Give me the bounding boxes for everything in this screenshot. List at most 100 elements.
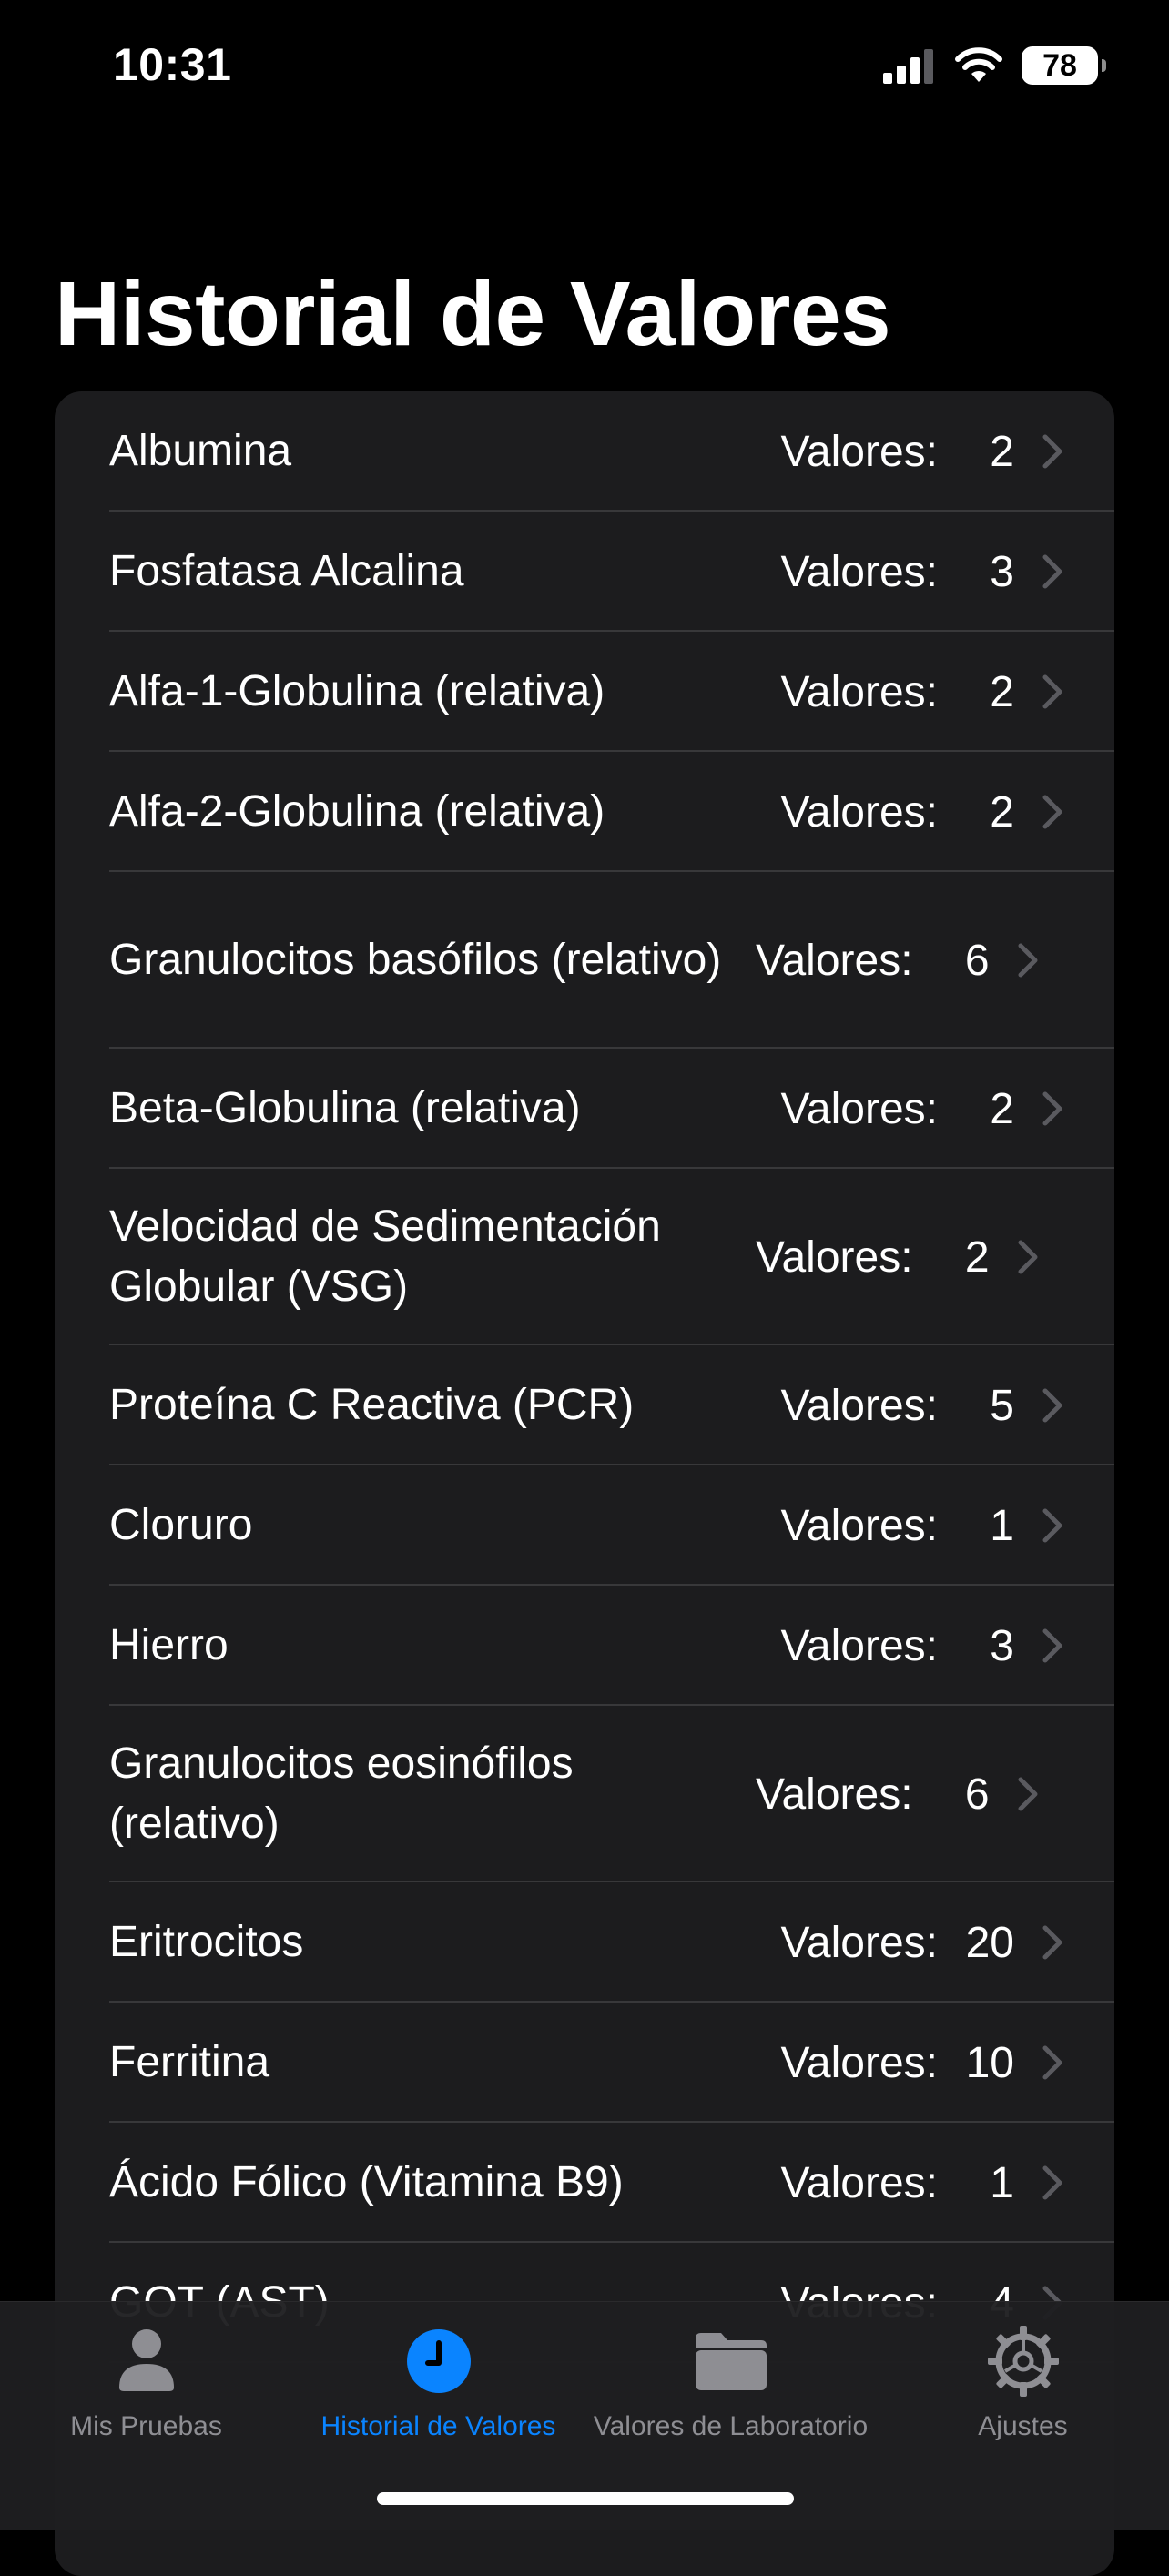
list-item-label: Cloruro [109,1501,253,1549]
list-item-values: Valores: 1 [780,1501,1014,1551]
values-count: 1 [990,1501,1014,1550]
tab-mis-pruebas[interactable]: Mis Pruebas [0,2320,292,2442]
tab-valores-de-laboratorio[interactable]: Valores de Laboratorio [584,2320,877,2442]
list-item-cloruro[interactable]: Cloruro Valores: 1 [55,1465,1114,1586]
values-label: Valores: [780,1381,938,1430]
list-item-values: Valores: 2 [780,787,1014,837]
list-item-hierro[interactable]: Hierro Valores: 3 [55,1586,1114,1706]
chevron-right-icon [1042,1925,1062,1960]
list-item-alfa-2-globulina[interactable]: Alfa-2-Globulina (relativa) Valores: 2 [55,752,1114,872]
list-item-pcr[interactable]: Proteína C Reactiva (PCR) Valores: 5 [55,1345,1114,1465]
list-item-values: Valores: 2 [780,427,1014,477]
list-item-label: Proteína C Reactiva (PCR) [109,1381,635,1429]
values-label: Valores: [780,787,938,837]
tab-label: Ajustes [978,2411,1068,2441]
list-item-alfa-1-globulina[interactable]: Alfa-1-Globulina (relativa) Valores: 2 [55,632,1114,752]
values-count: 2 [990,667,1014,716]
values-label: Valores: [780,2158,938,2207]
values-label: Valores: [756,1232,913,1282]
list-item-label: Granulocitos basófilos (relativo) [109,936,722,984]
battery-indicator: 78 [1022,46,1106,85]
list-item-label: Velocidad de Sedimentación Globular (VSG… [109,1202,661,1311]
values-label: Valores: [756,1770,913,1819]
values-label: Valores: [780,1084,938,1133]
chevron-right-icon [1042,1388,1062,1423]
values-count: 3 [990,1621,1014,1670]
values-history-list: Albumina Valores: 2 Fosfatasa Alcalina V… [55,391,1114,2576]
chevron-right-icon [1018,1240,1038,1274]
list-item-values: Valores: 6 [756,936,990,986]
values-label: Valores: [780,1621,938,1670]
folder-icon [695,2333,767,2390]
tab-label: Mis Pruebas [70,2411,222,2441]
list-item-label: Fosfatasa Alcalina [109,547,464,595]
values-count: 3 [990,547,1014,596]
list-item-eritrocitos[interactable]: Eritrocitos Valores: 20 [55,1882,1114,2003]
list-item-values: Valores: 3 [780,1621,1014,1671]
list-item-values: Valores: 3 [780,547,1014,597]
list-item-beta-globulina[interactable]: Beta-Globulina (relativa) Valores: 2 [55,1049,1114,1169]
list-item-fosfatasa-alcalina[interactable]: Fosfatasa Alcalina Valores: 3 [55,512,1114,632]
tab-historial-de-valores[interactable]: Historial de Valores [292,2320,584,2442]
values-count: 6 [964,1770,990,1819]
list-item-granulocitos-eosinofilos[interactable]: Granulocitos eosinófilos (relativo) Valo… [55,1706,1114,1882]
values-label: Valores: [780,667,938,716]
values-count: 2 [990,427,1014,476]
list-item-granulocitos-basofilos[interactable]: Granulocitos basófilos (relativo) Valore… [55,872,1114,1049]
tab-label: Historial de Valores [320,2411,556,2441]
gear-icon [987,2326,1059,2397]
values-count: 2 [990,787,1014,837]
values-count: 20 [965,1918,1014,1967]
values-count: 1 [990,2158,1014,2207]
list-item-albumina[interactable]: Albumina Valores: 2 [55,391,1114,512]
list-item-ferritina[interactable]: Ferritina Valores: 10 [55,2003,1114,2123]
tab-label: Valores de Laboratorio [593,2411,869,2441]
list-item-label: Hierro [109,1621,229,1669]
list-item-values: Valores: 1 [780,2158,1014,2208]
list-item-label: Granulocitos eosinófilos (relativo) [109,1739,574,1848]
tab-ajustes[interactable]: Ajustes [877,2320,1169,2442]
chevron-right-icon [1042,2165,1062,2200]
values-count: 10 [965,2038,1014,2087]
battery-cap [1102,59,1106,72]
list-item-values: Valores: 2 [780,667,1014,717]
chevron-right-icon [1042,1628,1062,1663]
list-item-label: Ácido Fólico (Vitamina B9) [109,2158,624,2206]
battery-level: 78 [1042,47,1077,83]
list-item-label: Alfa-1-Globulina (relativa) [109,667,605,715]
values-label: Valores: [780,427,938,476]
values-label: Valores: [780,2038,938,2087]
list-item-label: Albumina [109,427,292,475]
values-label: Valores: [780,1501,938,1550]
list-item-label: Alfa-2-Globulina (relativa) [109,787,605,836]
values-count: 2 [964,1232,990,1282]
list-item-label: Beta-Globulina (relativa) [109,1084,581,1132]
chevron-right-icon [1042,795,1062,829]
chevron-right-icon [1042,1091,1062,1126]
list-item-vsg[interactable]: Velocidad de Sedimentación Globular (VSG… [55,1169,1114,1345]
chevron-right-icon [1018,1777,1038,1811]
list-item-values: Valores: 2 [756,1232,990,1283]
list-item-values: Valores: 10 [780,2038,1014,2088]
page-title: Historial de Valores [55,263,891,365]
chevron-right-icon [1042,1508,1062,1543]
status-bar: 10:31 78 [0,0,1169,137]
chevron-right-icon [1042,554,1062,589]
values-count: 6 [964,936,990,985]
person-icon [118,2329,174,2391]
status-icons: 78 [883,42,1106,89]
list-item-values: Valores: 6 [756,1770,990,1820]
clock-icon [406,2329,471,2393]
home-indicator[interactable] [377,2492,794,2505]
list-item-label: Eritrocitos [109,1918,304,1966]
values-label: Valores: [780,1918,938,1967]
values-label: Valores: [756,936,913,985]
cellular-signal-icon [883,49,933,84]
list-item-acido-folico[interactable]: Ácido Fólico (Vitamina B9) Valores: 1 [55,2123,1114,2243]
wifi-icon [955,47,1002,82]
chevron-right-icon [1042,674,1062,709]
status-time: 10:31 [113,39,232,90]
values-label: Valores: [780,547,938,596]
chevron-right-icon [1018,943,1038,978]
list-item-label: Ferritina [109,2038,270,2086]
